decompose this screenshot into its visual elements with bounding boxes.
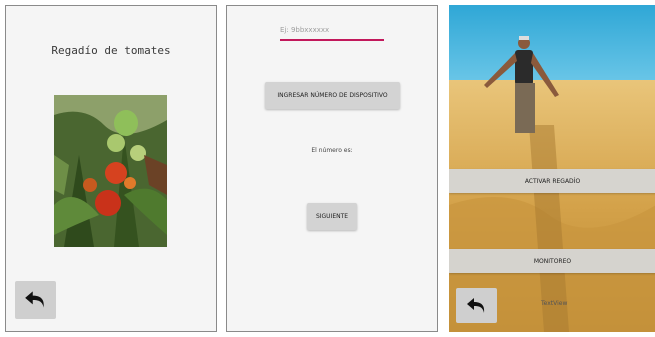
screen-device-number: INGRESAR NÚMERO DE DISPOSITIVO El número… [226, 5, 438, 332]
tomato-plant-photo [54, 95, 167, 247]
enter-device-number-button[interactable]: INGRESAR NÚMERO DE DISPOSITIVO [265, 82, 400, 109]
screen-tomato-irrigation: Regadío de tomates [5, 5, 217, 332]
textview-label: TextView [541, 300, 568, 307]
next-button[interactable]: SIGUIENTE [307, 203, 357, 230]
back-button[interactable] [15, 281, 56, 319]
undo-arrow-icon [466, 297, 484, 313]
activate-irrigation-button[interactable]: ACTIVAR REGADÍO [449, 169, 655, 193]
device-number-input[interactable] [280, 21, 384, 41]
screen-main-menu: ACTIVAR REGADÍO MONITOREO TextView [449, 5, 655, 332]
back-button[interactable] [456, 288, 497, 323]
device-number-label: El número es: [311, 147, 353, 154]
page-title: Regadío de tomates [51, 44, 171, 57]
undo-arrow-icon [24, 291, 44, 308]
monitoring-button[interactable]: MONITOREO [449, 249, 655, 273]
